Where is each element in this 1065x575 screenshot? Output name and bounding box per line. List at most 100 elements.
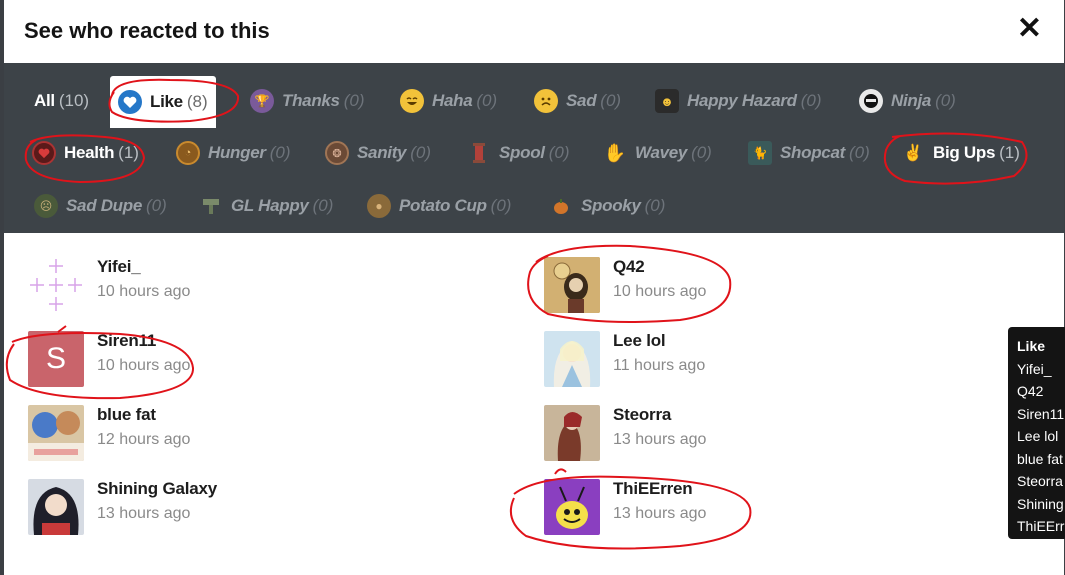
heart-icon bbox=[118, 90, 142, 114]
user-name[interactable]: Shining Galaxy bbox=[97, 479, 217, 499]
tab-happy-hazard[interactable]: ☻ Happy Hazard (0) bbox=[655, 84, 822, 118]
tooltip-title: Like bbox=[1017, 338, 1046, 354]
health-heart-icon bbox=[32, 141, 56, 165]
spool-icon bbox=[467, 141, 491, 165]
user-name[interactable]: Steorra bbox=[613, 405, 671, 425]
tab-count: (10) bbox=[58, 91, 90, 110]
tab-wavey[interactable]: ✋ Wavey (0) bbox=[603, 136, 712, 170]
list-item[interactable]: ThiEErren 13 hours ago bbox=[544, 479, 844, 539]
user-name[interactable]: Q42 bbox=[613, 257, 645, 277]
sanity-brain-icon: ❂ bbox=[325, 141, 349, 165]
tab-count: (0) bbox=[548, 143, 570, 162]
dialog-header: See who reacted to this ✕ bbox=[4, 0, 1064, 63]
tab-label: Spooky bbox=[581, 196, 641, 215]
tooltip-name: Q42 bbox=[1017, 383, 1044, 399]
reaction-time: 13 hours ago bbox=[613, 431, 707, 448]
tab-label: Spool bbox=[499, 143, 545, 162]
tab-haha[interactable]: Haha (0) bbox=[400, 84, 497, 118]
tab-count: (1) bbox=[118, 143, 139, 162]
tab-label: Sad bbox=[566, 91, 597, 110]
tab-count: (0) bbox=[312, 196, 334, 215]
tab-spool[interactable]: Spool (0) bbox=[467, 136, 570, 170]
tooltip-name: Lee lol bbox=[1017, 428, 1059, 444]
tab-count: (0) bbox=[848, 143, 870, 162]
avatar-initial: S bbox=[45, 342, 66, 375]
big-ups-icon: ✌ bbox=[903, 145, 923, 162]
avatar[interactable] bbox=[544, 479, 600, 535]
tab-count: (0) bbox=[935, 91, 956, 110]
tab-count: (0) bbox=[800, 91, 822, 110]
tab-label: Wavey bbox=[635, 143, 688, 162]
user-name[interactable]: blue fat bbox=[97, 405, 156, 425]
tab-sad[interactable]: Sad (0) bbox=[534, 84, 621, 118]
avatar[interactable] bbox=[28, 479, 84, 535]
reactor-list: Yifei_ 10 hours ago Q42 10 hours ago S S… bbox=[4, 233, 1064, 575]
tab-count: (0) bbox=[410, 143, 431, 162]
tab-label: Ninja bbox=[891, 91, 932, 110]
tab-count: (0) bbox=[600, 91, 622, 110]
list-item[interactable]: Yifei_ 10 hours ago bbox=[28, 257, 328, 317]
avatar[interactable]: S bbox=[28, 331, 84, 387]
tab-health[interactable]: Health (1) bbox=[32, 136, 139, 170]
tab-potato-cup[interactable]: ● Potato Cup (0) bbox=[367, 189, 511, 223]
potato-cup-icon: ● bbox=[367, 194, 391, 218]
user-name[interactable]: Lee lol bbox=[613, 331, 666, 351]
avatar[interactable] bbox=[28, 405, 84, 461]
tab-label: Sad Dupe bbox=[66, 196, 143, 215]
reaction-time: 11 hours ago bbox=[613, 357, 706, 374]
tab-count: (8) bbox=[186, 92, 208, 111]
tab-gl-happy[interactable]: GL Happy (0) bbox=[199, 189, 333, 223]
pumpkin-icon bbox=[549, 194, 573, 218]
tab-label: Haha bbox=[432, 91, 473, 110]
list-item[interactable]: Lee lol 11 hours ago bbox=[544, 331, 844, 391]
avatar[interactable] bbox=[544, 257, 600, 313]
tooltip-name: Shining bbox=[1017, 495, 1064, 512]
list-item[interactable]: S Siren11 10 hours ago bbox=[28, 331, 328, 391]
page: See who reacted to this ✕ All (10) Like … bbox=[0, 0, 1065, 575]
reaction-time: 10 hours ago bbox=[97, 357, 191, 374]
tab-big-ups[interactable]: ✌ Big Ups (1) bbox=[901, 136, 1020, 170]
tooltip-name: Siren11 bbox=[1017, 405, 1065, 422]
tab-sanity[interactable]: ❂ Sanity (0) bbox=[325, 136, 431, 170]
list-item[interactable]: Q42 10 hours ago bbox=[544, 257, 844, 317]
close-button[interactable]: ✕ bbox=[1017, 14, 1042, 44]
tab-count: (0) bbox=[269, 143, 291, 162]
tab-count: (0) bbox=[476, 91, 498, 110]
tab-label: Happy Hazard bbox=[687, 91, 797, 110]
dialog-title: See who reacted to this bbox=[24, 18, 270, 43]
tab-all[interactable]: All (10) bbox=[34, 84, 89, 118]
user-name[interactable]: Yifei_ bbox=[97, 257, 141, 277]
list-item[interactable]: Shining Galaxy 13 hours ago bbox=[28, 479, 328, 539]
tab-ninja[interactable]: Ninja (0) bbox=[859, 84, 956, 118]
reaction-time: 10 hours ago bbox=[613, 283, 707, 300]
list-item[interactable]: blue fat 12 hours ago bbox=[28, 405, 328, 465]
tab-sad-dupe[interactable]: ☹ Sad Dupe (0) bbox=[34, 189, 167, 223]
user-name[interactable]: Siren11 bbox=[97, 331, 156, 351]
avatar[interactable] bbox=[28, 257, 84, 313]
gl-happy-icon bbox=[199, 194, 223, 218]
tooltip-name: Yifei_ bbox=[1017, 360, 1052, 377]
tab-shopcat[interactable]: 🐈 Shopcat (0) bbox=[748, 136, 870, 170]
avatar[interactable] bbox=[544, 405, 600, 461]
tab-hunger[interactable]: ◔ Hunger (0) bbox=[176, 136, 290, 170]
reaction-tooltip: Like Yifei_ Q42 Siren11 Lee lol blue fat… bbox=[1008, 327, 1065, 539]
user-name[interactable]: ThiEErren bbox=[613, 479, 693, 499]
reaction-time: 13 hours ago bbox=[97, 505, 191, 522]
tab-spooky[interactable]: Spooky (0) bbox=[549, 189, 665, 223]
list-item[interactable]: Steorra 13 hours ago bbox=[544, 405, 844, 465]
tab-label: Shopcat bbox=[780, 143, 845, 162]
tab-like[interactable]: Like (8) bbox=[110, 76, 216, 128]
tab-label: Big Ups bbox=[933, 143, 996, 162]
avatar[interactable] bbox=[544, 331, 600, 387]
tab-label: Health bbox=[64, 143, 115, 162]
reaction-time: 12 hours ago bbox=[97, 431, 191, 448]
tab-count: (0) bbox=[343, 91, 365, 110]
hunger-stomach-icon: ◔ bbox=[176, 141, 200, 165]
tooltip-name: Steorra bbox=[1017, 473, 1063, 489]
laughing-face-icon bbox=[400, 89, 424, 113]
tab-thanks[interactable]: 🏆 Thanks (0) bbox=[250, 84, 365, 118]
tab-label: Hunger bbox=[208, 143, 266, 162]
sad-dupe-icon: ☹ bbox=[34, 194, 58, 218]
tooltip-name: ThiEErren bbox=[1017, 518, 1065, 534]
tab-label: Thanks bbox=[282, 91, 340, 110]
